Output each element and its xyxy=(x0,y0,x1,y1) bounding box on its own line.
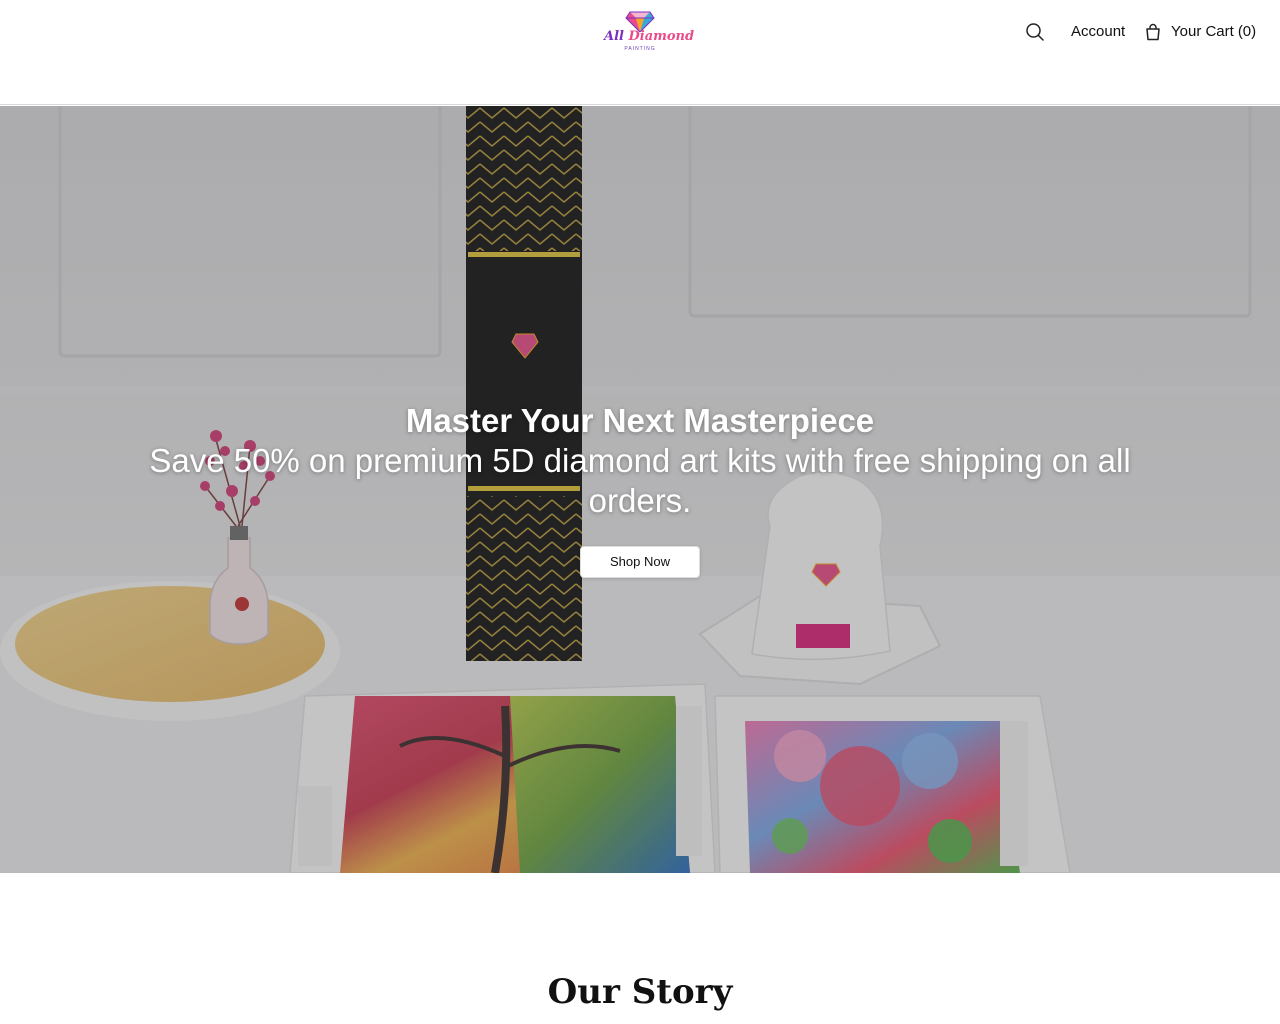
hero-title: Master Your Next Masterpiece xyxy=(405,402,875,439)
logo-wordmark: All Diamond xyxy=(604,29,694,44)
account-link[interactable]: Account xyxy=(1071,22,1125,42)
cart-link[interactable]: Your Cart (0) xyxy=(1144,22,1256,42)
shopping-bag-icon xyxy=(1146,23,1160,41)
logo-word-all: All xyxy=(604,29,624,44)
our-story-heading: Our Story xyxy=(547,972,733,1012)
cart-label: Your Cart xyxy=(1171,23,1234,40)
hero-banner: Master Your Next Masterpiece Save 50% on… xyxy=(0,106,1280,873)
logo-word-diamond: Diamond xyxy=(628,29,695,44)
logo-tagline: PAINTING xyxy=(624,46,656,52)
shop-now-button[interactable]: Shop Now xyxy=(580,546,700,578)
search-icon xyxy=(1026,23,1044,41)
search-button[interactable] xyxy=(1024,21,1046,43)
hero-subtitle: Save 50% on premium 5D diamond art kits … xyxy=(149,442,1131,519)
site-logo[interactable]: All Diamond PAINTING xyxy=(604,8,694,56)
site-header: All Diamond PAINTING Account Your Cart (… xyxy=(0,0,1280,105)
cart-count: (0) xyxy=(1237,23,1257,40)
